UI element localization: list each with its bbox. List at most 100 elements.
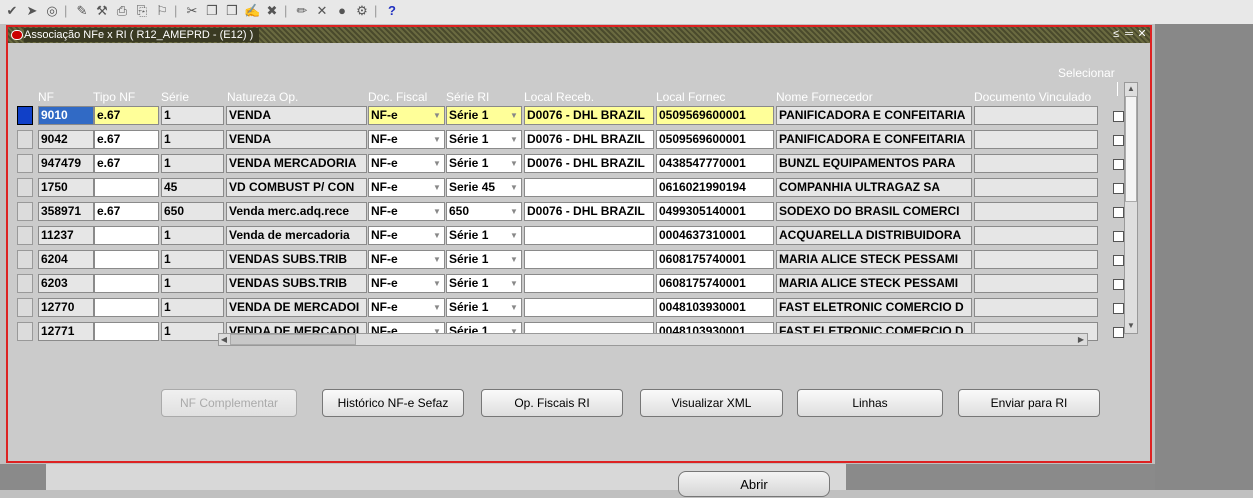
serie-cell[interactable]: 1 (161, 322, 224, 341)
tipo-nf-cell[interactable] (94, 274, 159, 293)
scroll-down-icon[interactable]: ▼ (1125, 320, 1137, 332)
delete-icon[interactable]: ✕ (314, 3, 330, 19)
doc-fiscal-select[interactable]: NF-e ▼ (368, 202, 445, 221)
serie-cell[interactable]: 1 (161, 154, 224, 173)
nf-cell[interactable]: 6204 (38, 250, 94, 269)
print-icon[interactable]: ⎙ (114, 3, 130, 19)
tipo-nf-cell[interactable]: e.67 (94, 154, 159, 173)
local-fornec-field[interactable]: 0048103930001 (656, 298, 774, 317)
close-icon[interactable]: ✕ (1136, 28, 1148, 41)
cut-icon[interactable]: ✂ (184, 3, 200, 19)
selecionar-checkbox[interactable] (1113, 279, 1124, 290)
local-fornec-field[interactable]: 0509569600001 (656, 106, 774, 125)
local-receb-field[interactable]: D0076 - DHL BRAZIL (524, 154, 654, 173)
fornecedor-cell[interactable]: ACQUARELLA DISTRIBUIDORA (776, 226, 972, 245)
selecionar-checkbox[interactable] (1113, 207, 1124, 218)
doc-fiscal-select[interactable]: NF-e ▼ (368, 106, 445, 125)
selecionar-checkbox[interactable] (1113, 159, 1124, 170)
local-receb-field[interactable] (524, 250, 654, 269)
scroll-left-icon[interactable]: ◀ (219, 334, 229, 345)
documento-vinculado-cell[interactable] (974, 274, 1098, 293)
serie-cell[interactable]: 45 (161, 178, 224, 197)
serie-cell[interactable]: 1 (161, 130, 224, 149)
doc-fiscal-select[interactable]: NF-e ▼ (368, 226, 445, 245)
fornecedor-cell[interactable]: PANIFICADORA E CONFEITARIA (776, 106, 972, 125)
documento-vinculado-cell[interactable] (974, 298, 1098, 317)
chevron-down-icon[interactable]: ▼ (507, 275, 521, 292)
doc-fiscal-select[interactable]: NF-e ▼ (368, 178, 445, 197)
natureza-cell[interactable]: Venda de mercadoria (226, 226, 367, 245)
serie-ri-select[interactable]: Série 1 ▼ (446, 226, 522, 245)
natureza-cell[interactable]: Venda merc.adq.rece (226, 202, 367, 221)
paste-icon[interactable]: ❒ (224, 3, 240, 19)
selecionar-checkbox[interactable] (1113, 255, 1124, 266)
tools-icon[interactable]: ⚙ (354, 3, 370, 19)
fornecedor-cell[interactable]: MARIA ALICE STECK PESSAMI (776, 250, 972, 269)
chevron-down-icon[interactable]: ▼ (507, 155, 521, 172)
serie-cell[interactable]: 1 (161, 106, 224, 125)
chevron-down-icon[interactable]: ▼ (430, 227, 444, 244)
linhas-button[interactable]: Linhas (797, 389, 943, 417)
tipo-nf-cell[interactable]: e.67 (94, 106, 159, 125)
nf-complementar-button[interactable]: NF Complementar (161, 389, 297, 417)
row-selector[interactable] (17, 322, 33, 341)
natureza-cell[interactable]: VENDA (226, 130, 367, 149)
local-receb-field[interactable] (524, 226, 654, 245)
fornecedor-cell[interactable]: PANIFICADORA E CONFEITARIA (776, 130, 972, 149)
nf-cell[interactable]: 1750 (38, 178, 94, 197)
serie-cell[interactable]: 1 (161, 274, 224, 293)
attach-icon[interactable]: ⎘ (134, 3, 150, 19)
serie-ri-select[interactable]: Série 1 ▼ (446, 130, 522, 149)
chevron-down-icon[interactable]: ▼ (507, 299, 521, 316)
navigate-icon[interactable]: ➤ (24, 3, 40, 19)
local-receb-field[interactable] (524, 274, 654, 293)
documento-vinculado-cell[interactable] (974, 130, 1098, 149)
local-fornec-field[interactable]: 0509569600001 (656, 130, 774, 149)
row-selector[interactable] (17, 154, 33, 173)
fornecedor-cell[interactable]: COMPANHIA ULTRAGAZ SA (776, 178, 972, 197)
nf-cell[interactable]: 358971 (38, 202, 94, 221)
chevron-down-icon[interactable]: ▼ (430, 299, 444, 316)
local-receb-field[interactable]: D0076 - DHL BRAZIL (524, 130, 654, 149)
natureza-cell[interactable]: VENDAS SUBS.TRIB (226, 250, 367, 269)
local-fornec-field[interactable]: 0004637310001 (656, 226, 774, 245)
tipo-nf-cell[interactable]: e.67 (94, 202, 159, 221)
selecionar-checkbox[interactable] (1113, 111, 1124, 122)
natureza-cell[interactable]: VENDA MERCADORIA (226, 154, 367, 173)
doc-fiscal-select[interactable]: NF-e ▼ (368, 130, 445, 149)
clear-icon[interactable]: ✖ (264, 3, 280, 19)
doc-fiscal-select[interactable]: NF-e ▼ (368, 250, 445, 269)
serie-cell[interactable]: 1 (161, 250, 224, 269)
edit-icon[interactable]: ✍ (244, 3, 260, 19)
fornecedor-cell[interactable]: FAST ELETRONIC COMERCIO D (776, 298, 972, 317)
serie-ri-select[interactable]: Série 1 ▼ (446, 106, 522, 125)
doc-fiscal-select[interactable]: NF-e ▼ (368, 298, 445, 317)
fornecedor-cell[interactable]: MARIA ALICE STECK PESSAMI (776, 274, 972, 293)
documento-vinculado-cell[interactable] (974, 250, 1098, 269)
chevron-down-icon[interactable]: ▼ (430, 203, 444, 220)
new-record-icon[interactable]: ✏ (294, 3, 310, 19)
selecionar-checkbox[interactable] (1113, 327, 1124, 338)
row-selector[interactable] (17, 202, 33, 221)
copy-icon[interactable]: ❐ (204, 3, 220, 19)
selecionar-checkbox[interactable] (1113, 183, 1124, 194)
serie-ri-select[interactable]: Série 1 ▼ (446, 274, 522, 293)
serie-ri-select[interactable]: Série 1 ▼ (446, 154, 522, 173)
local-fornec-field[interactable]: 0608175740001 (656, 250, 774, 269)
title-bar[interactable]: Associação NFe x RI ( R12_AMEPRD - (E12)… (8, 27, 1150, 43)
documento-vinculado-cell[interactable] (974, 154, 1098, 173)
scroll-up-icon[interactable]: ▲ (1125, 83, 1137, 95)
find-icon[interactable]: ⚐ (154, 3, 170, 19)
vertical-scroll-thumb[interactable] (1125, 96, 1137, 202)
serie-cell[interactable]: 1 (161, 298, 224, 317)
maximize-icon[interactable]: ═ (1123, 28, 1135, 41)
row-selector[interactable] (17, 298, 33, 317)
nf-cell[interactable]: 9010 (38, 106, 94, 125)
natureza-cell[interactable]: VENDA (226, 106, 367, 125)
row-selector[interactable] (17, 226, 33, 245)
doc-fiscal-select[interactable]: NF-e ▼ (368, 274, 445, 293)
row-selector[interactable] (17, 178, 33, 197)
chevron-down-icon[interactable]: ▼ (430, 251, 444, 268)
tipo-nf-cell[interactable] (94, 298, 159, 317)
serie-ri-select[interactable]: Serie 45 ▼ (446, 178, 522, 197)
